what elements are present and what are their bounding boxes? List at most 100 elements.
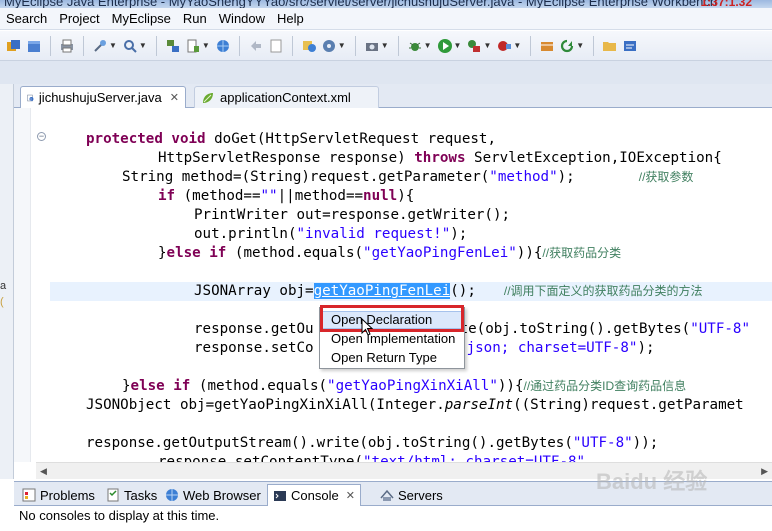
- editor-tab-bar: J jichushujuServer.java ✕ applicationCon…: [14, 84, 772, 108]
- tab-tasks[interactable]: Tasks: [101, 484, 162, 506]
- debug-icon[interactable]: [406, 37, 424, 55]
- left-view-fragment: (: [0, 296, 4, 308]
- code-line: response.getOutputStream().write(obj.toS…: [86, 435, 659, 451]
- scroll-right-icon[interactable]: ▶: [761, 466, 768, 477]
- web-browser-icon: [166, 489, 178, 501]
- external-tools-icon[interactable]: [465, 37, 483, 55]
- code-line-current: JSONArray obj=getYaoPingFenLei();//调用下面定…: [194, 283, 703, 299]
- task-icon[interactable]: [621, 37, 639, 55]
- chevron-down-icon[interactable]: ▼: [513, 41, 521, 50]
- code-lines: protected void doGet(HttpServletRequest …: [14, 108, 772, 462]
- menu-run[interactable]: Run: [177, 9, 213, 29]
- menu-bar: Search Project MyEclipse Run Window Help: [0, 8, 772, 30]
- window-title: MyEclipse Java Enterprise - MyYaoShengYY…: [4, 0, 718, 8]
- menu-myeclipse[interactable]: MyEclipse: [106, 9, 177, 29]
- tab-label: jichushujuServer.java: [38, 90, 162, 105]
- code-line: response.setContentType("text/html; char…: [158, 454, 586, 462]
- plugin-icon[interactable]: [320, 37, 338, 55]
- tab-problems[interactable]: Problems: [17, 484, 100, 506]
- chevron-down-icon[interactable]: ▼: [424, 41, 432, 50]
- globe-icon[interactable]: [214, 37, 232, 55]
- toolbar-separator: [291, 35, 293, 56]
- new-file-icon[interactable]: [267, 37, 285, 55]
- perspective-gap: [0, 61, 772, 84]
- java-file-icon: J: [27, 94, 34, 101]
- package-icon[interactable]: [25, 37, 43, 55]
- code-line: response.getOu te(obj.toString().getBytes…: [194, 321, 751, 337]
- window-title-bar: MyEclipse Java Enterprise - MyYaoShengYY…: [0, 0, 772, 8]
- debug-config-icon[interactable]: [91, 37, 109, 55]
- code-line: PrintWriter out=response.getWriter();: [194, 207, 511, 223]
- console-message: No consoles to display at this time.: [19, 508, 220, 523]
- main-toolbar: ▼ ▼ ▼ ▼ ▼ ▼ ▼ ▼ ▼ ▼: [0, 31, 772, 61]
- chevron-down-icon[interactable]: ▼: [454, 41, 462, 50]
- menu-open-return-type[interactable]: Open Return Type: [331, 349, 437, 367]
- package-explorer-icon[interactable]: [538, 37, 556, 55]
- toolbar-separator: [50, 35, 51, 56]
- tab-label: Console: [291, 488, 339, 503]
- chevron-down-icon[interactable]: ▼: [381, 41, 389, 50]
- previous-edit-icon[interactable]: [247, 37, 265, 55]
- tab-jichushujuserver[interactable]: J jichushujuServer.java ✕: [20, 86, 186, 108]
- console-icon: [274, 490, 286, 501]
- toolbar-separator: [593, 35, 595, 56]
- chevron-down-icon[interactable]: ▼: [139, 41, 147, 50]
- code-line: }else if (method.equals("getYaoPingFenLe…: [158, 245, 622, 261]
- print-icon[interactable]: [58, 37, 76, 55]
- code-line: out.println("invalid request!");: [194, 226, 468, 242]
- tasks-icon: [107, 488, 119, 502]
- menu-search[interactable]: Search: [0, 9, 53, 29]
- deploy-icon[interactable]: [184, 37, 202, 55]
- tab-web-browser[interactable]: Web Browser: [160, 484, 266, 506]
- tab-label: Problems: [40, 487, 95, 503]
- toolbar-separator: [238, 35, 240, 56]
- menu-window[interactable]: Window: [213, 9, 271, 29]
- tab-servers[interactable]: Servers: [375, 484, 448, 506]
- menu-open-implementation[interactable]: Open Implementation: [331, 330, 455, 348]
- mouse-cursor-icon: [361, 318, 373, 336]
- console-view: No consoles to display at this time.: [14, 506, 772, 531]
- tab-applicationcontext[interactable]: applicationContext.xml: [194, 86, 379, 108]
- refresh-icon[interactable]: [558, 37, 576, 55]
- server-icon[interactable]: [164, 37, 182, 55]
- servers-icon: [380, 489, 394, 501]
- close-icon[interactable]: ✕: [170, 91, 179, 104]
- menu-help[interactable]: Help: [271, 9, 310, 29]
- search-icon[interactable]: [121, 37, 139, 55]
- scroll-left-icon[interactable]: ◀: [40, 466, 47, 477]
- code-line: JSONObject obj=getYaoPingXinXiAll(Intege…: [86, 397, 744, 413]
- camera-icon[interactable]: [363, 37, 381, 55]
- code-line: protected void doGet(HttpServletRequest …: [86, 131, 497, 147]
- tab-label: Tasks: [124, 487, 158, 503]
- code-editor[interactable]: − protected void doGet(HttpServletReques…: [14, 108, 772, 462]
- tab-label: Servers: [398, 487, 443, 503]
- time-stamp: 1:37:1.32: [700, 0, 752, 8]
- toolbar-separator: [83, 35, 84, 56]
- chevron-down-icon[interactable]: ▼: [576, 41, 584, 50]
- problems-icon: [22, 488, 36, 502]
- open-type-icon[interactable]: [5, 37, 23, 55]
- toolbar-separator: [397, 35, 399, 56]
- tab-label: applicationContext.xml: [220, 90, 351, 105]
- code-line: }else if (method.equals("getYaoPingXinXi…: [122, 378, 687, 394]
- chevron-down-icon[interactable]: ▼: [338, 41, 346, 50]
- baidu-watermark: Baidu 经验: [596, 469, 708, 494]
- tab-label: Web Browser: [183, 487, 261, 503]
- chevron-down-icon[interactable]: ▼: [202, 41, 210, 50]
- toolbar-separator: [354, 35, 356, 56]
- code-line: String method=(String)request.getParamet…: [122, 169, 694, 185]
- code-line: if (method==""||method==null){: [158, 188, 415, 204]
- left-view-strip: a (: [0, 84, 14, 479]
- selected-method-name[interactable]: getYaoPingFenLei: [313, 283, 451, 299]
- close-icon[interactable]: ✕: [346, 489, 355, 502]
- menu-project[interactable]: Project: [53, 9, 105, 29]
- web-globe-icon[interactable]: [300, 37, 318, 55]
- highlight-box: [320, 305, 464, 332]
- code-line: HttpServletResponse response) throws Ser…: [158, 150, 722, 166]
- chevron-down-icon[interactable]: ▼: [109, 41, 117, 50]
- stop-icon[interactable]: [495, 37, 513, 55]
- run-icon[interactable]: [436, 37, 454, 55]
- tab-console[interactable]: Console ✕: [267, 484, 361, 506]
- chevron-down-icon[interactable]: ▼: [483, 41, 491, 50]
- open-folder-icon[interactable]: [601, 37, 619, 55]
